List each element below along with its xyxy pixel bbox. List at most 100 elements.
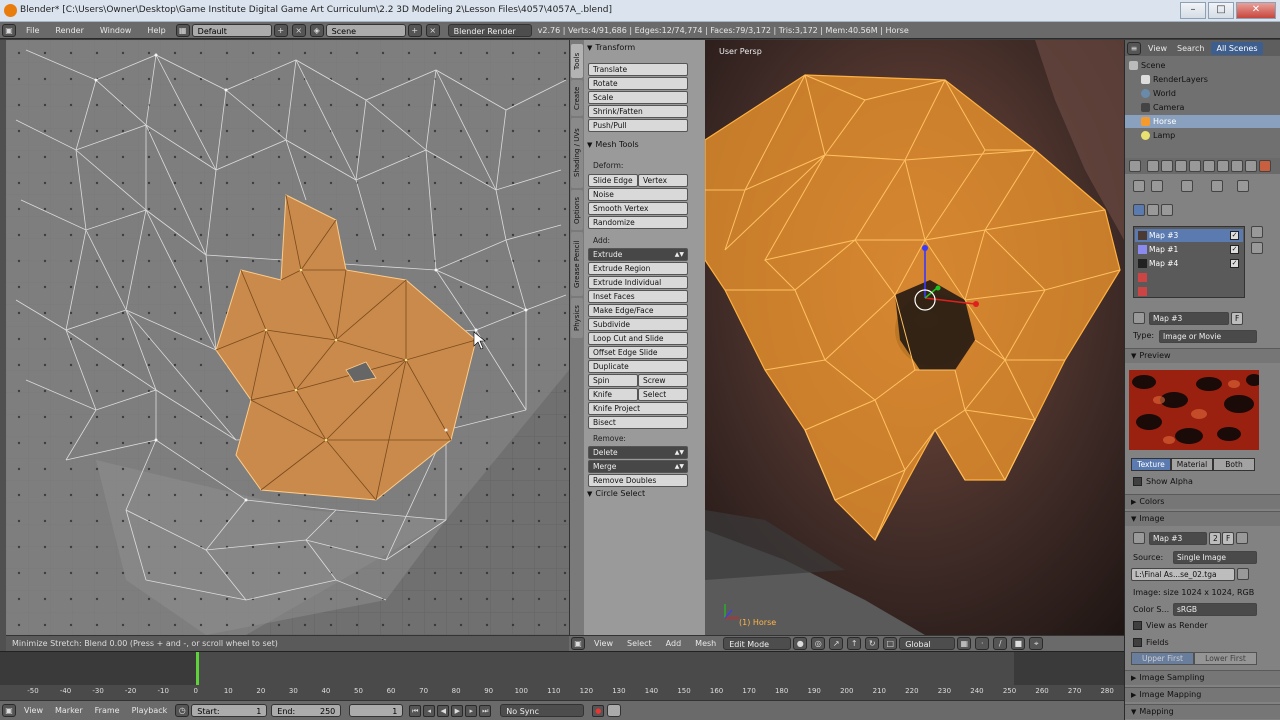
uv-canvas[interactable] [6,40,569,635]
merge-menu[interactable]: Merge ▲▼ [588,460,688,473]
properties-editor-icon[interactable] [1129,160,1141,172]
world-texture-icon[interactable] [1147,204,1159,216]
editor-type-icon[interactable]: ▣ [571,637,585,650]
extrude-individual-button[interactable]: Extrude Individual [588,276,688,289]
image-fake-user-button[interactable]: F [1222,532,1234,545]
editor-type-icon[interactable]: ▣ [2,23,16,37]
image-source-select[interactable]: Single Image [1173,551,1257,564]
slide-edge-button[interactable]: Slide Edge [588,174,638,187]
jump-start-icon[interactable]: ⏮ [409,704,422,717]
outliner-menu-search[interactable]: Search [1172,44,1209,53]
rotate-manipulator-icon[interactable]: ↻ [865,637,880,650]
render-tab-icon[interactable] [1147,160,1159,172]
modifiers-tab-icon[interactable] [1217,160,1229,172]
colors-panel-header[interactable]: ▶ Colors [1125,494,1280,509]
viewport-menu-mesh[interactable]: Mesh [688,639,723,648]
timeline-menu-playback[interactable]: Playback [126,706,174,715]
screw-button[interactable]: Screw [638,374,688,387]
texture-slot-empty[interactable] [1135,285,1243,297]
tab-create[interactable]: Create [571,80,583,116]
image-mapping-panel-header[interactable]: ▶ Image Mapping [1125,687,1280,702]
add-layout-icon[interactable]: + [273,23,288,37]
extrude-menu[interactable]: Extrude ▲▼ [588,248,688,261]
start-frame-field[interactable]: Start: 1 [191,704,268,717]
world-tab-icon[interactable] [1189,160,1201,172]
data-tab-icon[interactable] [1231,160,1243,172]
scale-button[interactable]: Scale [588,91,688,104]
play-reverse-icon[interactable]: ◀ [437,704,450,717]
show-alpha-checkbox[interactable]: Show Alpha [1133,477,1193,486]
render-layers-tab-icon[interactable] [1161,160,1173,172]
tab-options[interactable]: Options [571,190,583,230]
preview-range-icon[interactable]: ◷ [175,704,190,717]
current-frame-field[interactable]: 1 [349,704,404,717]
move-slot-down-icon[interactable] [1251,242,1263,254]
viewport-menu-select[interactable]: Select [620,639,659,648]
texture-tab-icon[interactable] [1259,160,1271,172]
knife-button[interactable]: Knife [588,388,638,401]
edge-select-icon[interactable]: / [993,637,1008,650]
move-slot-up-icon[interactable] [1251,226,1263,238]
texture-slot-empty[interactable] [1135,271,1243,284]
play-icon[interactable]: ▶ [451,704,464,717]
timeline-menu-marker[interactable]: Marker [49,706,89,715]
keying-set-icon[interactable] [607,704,622,717]
add-scene-icon[interactable]: + [407,23,422,37]
field-order-upper-first[interactable]: Upper First [1131,652,1194,665]
object-tab-icon[interactable] [1203,160,1215,172]
viewport-menu-view[interactable]: View [587,639,620,648]
outliner-display-mode[interactable]: All Scenes [1211,41,1263,55]
tab-physics[interactable]: Physics [571,298,583,338]
scale-manipulator-icon[interactable]: □ [883,637,898,650]
scene-tab-icon[interactable] [1175,160,1187,172]
image-users-count[interactable]: 2 [1209,532,1221,545]
timeline[interactable]: -50 -40 -30 -20 -10 0 10 20 30 40 50 60 70 80 90 100 110… [0,651,1124,700]
screen-layout-icon[interactable]: ▦ [175,23,190,37]
preview-tab-texture[interactable]: Texture [1131,458,1171,471]
texture-slot-checkbox[interactable]: ✓ [1230,259,1239,268]
jump-keyframe-forward-icon[interactable]: ▸ [465,704,478,717]
timeline-menu-frame[interactable]: Frame [89,706,126,715]
outliner-menu-view[interactable]: View [1143,44,1172,53]
remove-layout-icon[interactable]: × [291,23,306,37]
viewport-menu-add[interactable]: Add [659,639,689,648]
minimize-button[interactable]: – [1180,2,1206,19]
jump-keyframe-back-icon[interactable]: ◂ [423,704,436,717]
translate-manipulator-icon[interactable]: ↑ [847,637,862,650]
scene-field[interactable]: Scene [325,23,406,37]
texture-context-icon[interactable] [1133,204,1145,216]
remove-scene-icon[interactable]: × [425,23,440,37]
menu-file[interactable]: File [18,26,47,35]
view-as-render-checkbox[interactable]: View as Render [1133,621,1208,630]
make-edge-face-button[interactable]: Make Edge/Face [588,304,688,317]
vertex-select-icon[interactable]: · [975,637,990,650]
viewport-shading-icon[interactable]: ● [793,637,808,650]
texture-slot-list[interactable]: Map #3 ✓ Map #1 ✓ Map #4 ✓ [1133,226,1245,298]
noise-button[interactable]: Noise [588,188,688,201]
texture-slot-map4[interactable]: Map #4 ✓ [1135,257,1243,270]
viewport-canvas[interactable] [705,40,1124,635]
current-frame-indicator[interactable] [196,652,199,685]
outliner-item-lamp[interactable]: Lamp [1125,129,1280,142]
texture-slot-map1[interactable]: Map #1 ✓ [1135,243,1243,256]
spin-button[interactable]: Spin [588,374,638,387]
texture-slot-checkbox[interactable]: ✓ [1230,245,1239,254]
transform-orientation-select[interactable]: Global [899,637,956,650]
interaction-mode-select[interactable]: Edit Mode [723,637,792,650]
tab-grease-pencil[interactable]: Grease Pencil [571,232,583,296]
texture-slot-map3[interactable]: Map #3 ✓ [1135,229,1243,242]
image-panel-header[interactable]: ▼ Image [1125,511,1280,526]
jump-end-icon[interactable]: ⏭ [479,704,492,717]
push-pull-button[interactable]: Push/Pull [588,119,688,132]
preview-tab-material[interactable]: Material [1171,458,1213,471]
delete-menu[interactable]: Delete ▲▼ [588,446,688,459]
brush-texture-icon[interactable] [1161,204,1173,216]
end-frame-field[interactable]: End: 250 [271,704,342,717]
menu-render[interactable]: Render [47,26,91,35]
preview-panel-header[interactable]: ▼ Preview [1125,348,1280,363]
inset-faces-button[interactable]: Inset Faces [588,290,688,303]
outliner-editor-icon[interactable]: ≡ [1127,41,1141,55]
offset-edge-slide-button[interactable]: Offset Edge Slide [588,346,688,359]
maximize-button[interactable]: □ [1208,2,1234,19]
shrink-fatten-button[interactable]: Shrink/Fatten [588,105,688,118]
